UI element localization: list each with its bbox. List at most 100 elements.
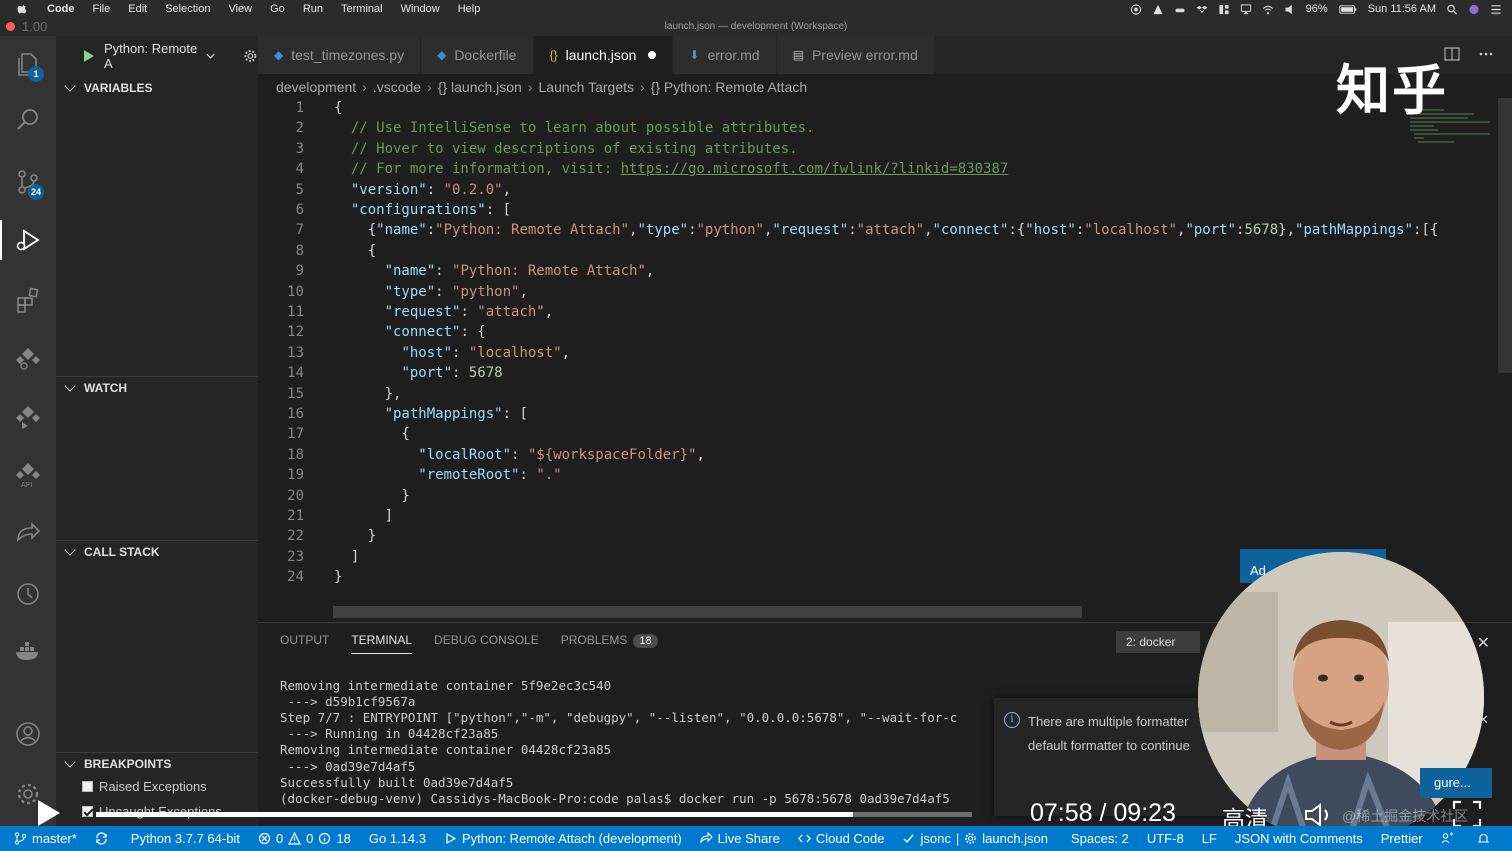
chrome-icon[interactable] bbox=[1130, 3, 1142, 15]
menu-terminal[interactable]: Terminal bbox=[341, 3, 383, 15]
configure-button[interactable]: gure... bbox=[1420, 768, 1492, 798]
menu-app-name[interactable]: Code bbox=[47, 3, 75, 15]
menu-window[interactable]: Window bbox=[401, 3, 440, 15]
video-play-icon[interactable] bbox=[38, 800, 60, 826]
menu-run[interactable]: Run bbox=[303, 3, 323, 15]
status-problems[interactable]: 0 0 18 bbox=[249, 831, 360, 846]
code-line[interactable]: // For more information, visit: https://… bbox=[334, 161, 1008, 177]
notification-center-icon[interactable] bbox=[1490, 4, 1502, 15]
menu-file[interactable]: File bbox=[93, 3, 111, 15]
code-line[interactable]: } bbox=[334, 569, 342, 585]
status-cloud-code[interactable]: Cloud Code bbox=[789, 831, 894, 846]
code-line[interactable]: { bbox=[334, 426, 409, 442]
docker-activity[interactable] bbox=[0, 624, 56, 680]
battery-icon[interactable] bbox=[1338, 4, 1358, 15]
status-encoding[interactable]: UTF-8 bbox=[1138, 831, 1193, 846]
unsaved-dot-icon[interactable] bbox=[648, 51, 657, 59]
status-sync[interactable] bbox=[86, 832, 122, 845]
cloud-run-activity[interactable] bbox=[0, 388, 56, 444]
breakpoint-raised-exceptions[interactable]: Raised Exceptions bbox=[82, 779, 207, 794]
siri-icon[interactable] bbox=[1468, 4, 1480, 15]
dropbox-icon[interactable] bbox=[1196, 4, 1208, 15]
menubar-clock[interactable]: Sun 11:56 AM bbox=[1368, 3, 1436, 15]
horizontal-scrollbar[interactable] bbox=[333, 606, 1082, 618]
status-python[interactable]: Python 3.7.7 64-bit bbox=[122, 831, 249, 846]
tab-error-md[interactable]: ⬇ error.md bbox=[673, 36, 777, 74]
watch-section-header[interactable]: WATCH bbox=[56, 377, 258, 399]
breakpoints-section-header[interactable]: BREAKPOINTS bbox=[56, 753, 258, 775]
code-line[interactable]: "remoteRoot": "." bbox=[334, 467, 561, 483]
close-icon[interactable]: ✕ bbox=[1477, 633, 1490, 653]
code-line[interactable]: "type": "python", bbox=[334, 284, 528, 300]
tab-terminal[interactable]: TERMINAL bbox=[351, 633, 413, 654]
tab-output[interactable]: OUTPUT bbox=[280, 633, 329, 654]
menu-selection[interactable]: Selection bbox=[165, 3, 210, 15]
search-activity[interactable] bbox=[0, 92, 56, 148]
tab-dockerfile[interactable]: ◆ Dockerfile bbox=[421, 36, 534, 74]
code-line[interactable]: } bbox=[334, 528, 376, 544]
code-editor[interactable]: 1 {2 // Use IntelliSense to learn about p… bbox=[258, 98, 1512, 618]
status-feedback[interactable] bbox=[1432, 832, 1468, 845]
breadcrumb-item[interactable]: Launch Targets bbox=[539, 79, 634, 95]
code-line[interactable]: { bbox=[334, 243, 376, 259]
code-line[interactable]: "name": "Python: Remote Attach", bbox=[334, 263, 655, 279]
tab-preview-error-md[interactable]: ▤ Preview error.md bbox=[776, 36, 935, 74]
apple-icon[interactable] bbox=[14, 3, 30, 15]
checkbox[interactable] bbox=[82, 781, 93, 792]
code-line[interactable]: }, bbox=[334, 386, 402, 402]
status-prettier[interactable]: Prettier bbox=[1372, 831, 1432, 846]
spotlight-search-icon[interactable] bbox=[1446, 4, 1458, 15]
tab-problems[interactable]: PROBLEMS 18 bbox=[561, 633, 658, 654]
docker-menubar-icon[interactable] bbox=[1174, 4, 1186, 15]
run-debug-activity[interactable] bbox=[0, 212, 56, 268]
code-line[interactable]: "localRoot": "${workspaceFolder}", bbox=[334, 447, 705, 463]
debug-settings-gear-icon[interactable] bbox=[243, 48, 258, 64]
code-line[interactable]: ] bbox=[334, 508, 393, 524]
code-line[interactable]: // Hover to view descriptions of existin… bbox=[334, 141, 798, 157]
alert-icon[interactable] bbox=[1152, 4, 1164, 15]
volume-icon[interactable] bbox=[1304, 802, 1334, 828]
code-line[interactable]: "port": 5678 bbox=[334, 365, 502, 381]
status-eol[interactable]: LF bbox=[1193, 831, 1226, 846]
code-line[interactable]: // Use IntelliSense to learn about possi… bbox=[334, 120, 815, 136]
status-live-share[interactable]: Live Share bbox=[691, 831, 789, 846]
code-line[interactable]: "configurations": [ bbox=[334, 202, 511, 218]
tab-launch-json[interactable]: {} launch.json bbox=[533, 36, 674, 74]
code-line[interactable]: } bbox=[334, 488, 409, 504]
spaces-icon[interactable] bbox=[1218, 4, 1230, 15]
call-stack-section-header[interactable]: CALL STACK bbox=[56, 541, 258, 563]
breadcrumb-item[interactable]: .vscode bbox=[373, 79, 421, 95]
menu-help[interactable]: Help bbox=[458, 3, 481, 15]
status-debug-target[interactable]: Python: Remote Attach (development) bbox=[435, 831, 691, 846]
checkbox[interactable] bbox=[82, 806, 93, 817]
code-line[interactable]: "version": "0.2.0", bbox=[334, 182, 511, 198]
code-line[interactable]: ] bbox=[334, 549, 359, 565]
remote-explorer-activity[interactable] bbox=[0, 330, 56, 386]
close-icon[interactable]: ✕ bbox=[1478, 712, 1489, 728]
status-go[interactable]: Go 1.14.3 bbox=[360, 831, 435, 846]
status-language-mode[interactable]: jsonc | launch.json bbox=[893, 831, 1057, 846]
tab-debug-console[interactable]: DEBUG CONSOLE bbox=[434, 633, 539, 654]
airplay-icon[interactable] bbox=[1240, 3, 1252, 15]
variables-section-header[interactable]: VARIABLES bbox=[56, 77, 258, 99]
code-line[interactable]: "host": "localhost", bbox=[334, 345, 570, 361]
api-activity[interactable]: API bbox=[0, 446, 56, 502]
code-line[interactable]: "request": "attach", bbox=[334, 304, 554, 320]
start-debugging-icon[interactable] bbox=[84, 50, 94, 62]
timeline-activity[interactable] bbox=[0, 566, 56, 622]
extensions-activity[interactable] bbox=[0, 272, 56, 328]
explorer-activity[interactable]: 1 bbox=[0, 36, 56, 92]
accounts-activity[interactable] bbox=[0, 706, 56, 762]
volume-icon[interactable] bbox=[1284, 4, 1296, 15]
menu-go[interactable]: Go bbox=[270, 3, 285, 15]
live-share-activity[interactable] bbox=[0, 506, 56, 562]
code-line[interactable]: "connect": { bbox=[334, 324, 486, 340]
code-line[interactable]: {"name":"Python: Remote Attach","type":"… bbox=[334, 222, 1439, 238]
terminal-select[interactable]: 2: docker bbox=[1116, 631, 1200, 653]
tab-test-timezones[interactable]: ◆ test_timezones.py bbox=[258, 36, 422, 74]
menu-view[interactable]: View bbox=[228, 3, 252, 15]
breadcrumb-item[interactable]: {} launch.json bbox=[438, 79, 522, 95]
status-branch[interactable]: master* bbox=[0, 831, 86, 846]
debug-config-select[interactable]: Python: Remote A bbox=[104, 41, 200, 71]
close-window-button[interactable] bbox=[6, 22, 15, 31]
